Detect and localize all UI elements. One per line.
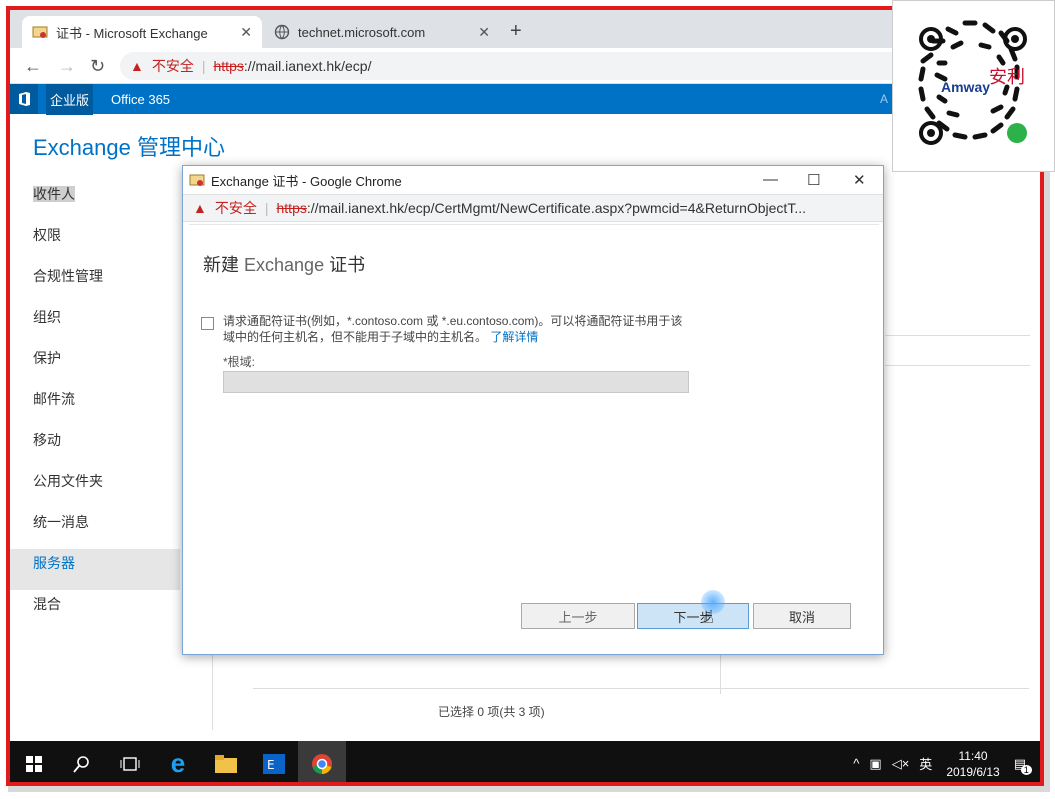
action-center-icon[interactable]: ▤ 1 [1014,756,1032,775]
hand-cursor-icon: ☝ [703,607,714,627]
wizard-heading: 新建 Exchange 证书 [203,251,365,277]
close-icon[interactable]: ✕ [478,24,490,41]
nav-item-organization[interactable]: 组织 [10,303,180,344]
divider [885,335,1030,336]
url-scheme: https [276,200,307,216]
new-tab-button[interactable]: + [510,20,522,43]
network-icon[interactable]: ▣ [869,756,881,772]
learn-more-link[interactable]: 了解详情 [490,330,538,344]
separator: | [201,58,206,74]
office-365-bar: 企业版 Office 365 A [10,83,1040,115]
wizard-body: 新建 Exchange 证书 请求通配符证书(例如，*.contoso.com … [189,224,879,652]
search-icon[interactable] [58,741,106,782]
next-button[interactable]: 下一步 [637,603,749,629]
system-tray: ^ ▣ ◁× 英 11:40 2019/6/13 ▤ 1 [853,741,1032,782]
divider [253,688,1029,689]
nav-item-recipients[interactable]: 收件人 [10,180,180,221]
forward-arrow-icon[interactable]: → [58,56,76,77]
close-icon[interactable]: ✕ [240,24,252,41]
nav-item-mail-flow[interactable]: 邮件流 [10,385,180,426]
back-arrow-icon[interactable]: ← [24,56,42,77]
clock[interactable]: 11:40 2019/6/13 [946,748,999,780]
root-domain-input[interactable] [223,371,689,393]
warning-icon[interactable]: ▲ [193,200,207,216]
root-domain-label: *根域: [223,355,256,369]
wildcard-description: 请求通配符证书(例如，*.contoso.com 或 *.eu.contoso.… [223,313,693,345]
divider [885,365,1030,366]
nav-item-hybrid[interactable]: 混合 [10,590,180,631]
cancel-button[interactable]: 取消 [753,603,851,629]
exchange-toolbox-icon[interactable]: E [250,741,298,782]
frame-shadow-bottom [8,786,1050,792]
heading-prefix: 新建 [203,255,239,275]
left-nav: 收件人 权限 合规性管理 组织 保护 邮件流 移动 公用文件夹 统一消息 服务器… [10,180,180,631]
back-button[interactable]: 上一步 [521,603,635,629]
wildcard-checkbox[interactable] [201,317,214,330]
nav-office-365[interactable]: Office 365 [107,86,174,113]
internet-explorer-icon[interactable]: e [154,741,202,782]
nav-item-public-folders[interactable]: 公用文件夹 [10,467,180,508]
windows-start-icon[interactable] [10,741,58,782]
task-view-icon[interactable] [106,741,154,782]
screenshot-frame: 证书 - Microsoft Exchange ✕ technet.micros… [6,6,1044,786]
clock-time: 11:40 [958,748,988,763]
nav-item-permissions[interactable]: 权限 [10,221,180,262]
not-secure-label[interactable]: 不安全 [152,56,194,76]
heading-suffix: 证书 [329,255,366,275]
amway-logo: Amway [941,79,991,95]
nav-item-label: 收件人 [33,186,75,202]
amway-cn-logo: 安利 [989,67,1025,87]
url-text: ://mail.ianext.hk/ecp/CertMgmt/NewCertif… [306,200,806,216]
wildcard-text: 请求通配符证书(例如，*.contoso.com 或 *.eu.contoso.… [223,314,683,344]
nav-item-unified-messaging[interactable]: 统一消息 [10,508,180,549]
popup-address-bar[interactable]: ▲ 不安全 | https ://mail.ianext.hk/ecp/Cert… [183,194,883,222]
notification-count: 1 [1020,764,1032,775]
popup-title: Exchange 证书 - Google Chrome [211,173,402,189]
not-secure-label[interactable]: 不安全 [215,198,257,218]
svg-text:E: E [267,758,275,772]
nav-item-protection[interactable]: 保护 [10,344,180,385]
volume-muted-icon[interactable]: ◁× [892,756,910,772]
certificate-icon [189,172,205,188]
clock-date: 2019/6/13 [946,764,1000,779]
page-title: Exchange 管理中心 [33,135,225,160]
tab-strip: 证书 - Microsoft Exchange ✕ technet.micros… [10,10,1040,48]
url-scheme: https [213,58,244,74]
reload-icon[interactable]: ↻ [90,56,105,77]
maximize-icon[interactable]: ☐ [807,171,820,189]
close-icon[interactable]: ✕ [853,171,866,189]
selection-status: 已选择 0 项(共 3 项) [438,705,545,719]
minimize-icon[interactable]: — [763,171,778,188]
certificate-icon [32,24,48,40]
tab-exchange[interactable]: 证书 - Microsoft Exchange ✕ [22,16,262,48]
address-bar[interactable]: ▲ 不安全 | https ://mail.ianext.hk/ecp/ [120,52,920,80]
url-text: ://mail.ianext.hk/ecp/ [243,58,372,74]
account-initial[interactable]: A [880,92,888,106]
input-language[interactable]: 英 [919,754,932,773]
tab-label: technet.microsoft.com [298,24,426,40]
taskbar: e E ^ ▣ ◁× 英 11:40 2019/6/13 ▤ 1 [10,741,1040,782]
warning-icon[interactable]: ▲ [130,58,144,74]
heading-product: Exchange [244,255,325,275]
nav-enterprise[interactable]: 企业版 [46,83,94,115]
nav-item-servers[interactable]: 服务器 [10,549,180,590]
nav-item-mobile[interactable]: 移动 [10,426,180,467]
globe-icon [274,24,290,40]
qr-code-overlay: Amway 安利 [892,0,1055,172]
tab-technet[interactable]: technet.microsoft.com ✕ [264,16,500,48]
office-logo-icon[interactable] [10,84,38,114]
chrome-icon[interactable] [298,741,346,782]
file-explorer-icon[interactable] [202,741,250,782]
popup-title-bar: Exchange 证书 - Google Chrome — ☐ ✕ [183,166,883,194]
new-certificate-window: Exchange 证书 - Google Chrome — ☐ ✕ ▲ 不安全 … [182,165,884,655]
toolbar: ← → ↻ ▲ 不安全 | https ://mail.ianext.hk/ec… [10,48,1040,84]
tab-label: 证书 - Microsoft Exchange [56,25,208,41]
chevron-up-icon[interactable]: ^ [853,756,859,771]
nav-item-compliance[interactable]: 合规性管理 [10,262,180,303]
separator: | [264,200,269,216]
